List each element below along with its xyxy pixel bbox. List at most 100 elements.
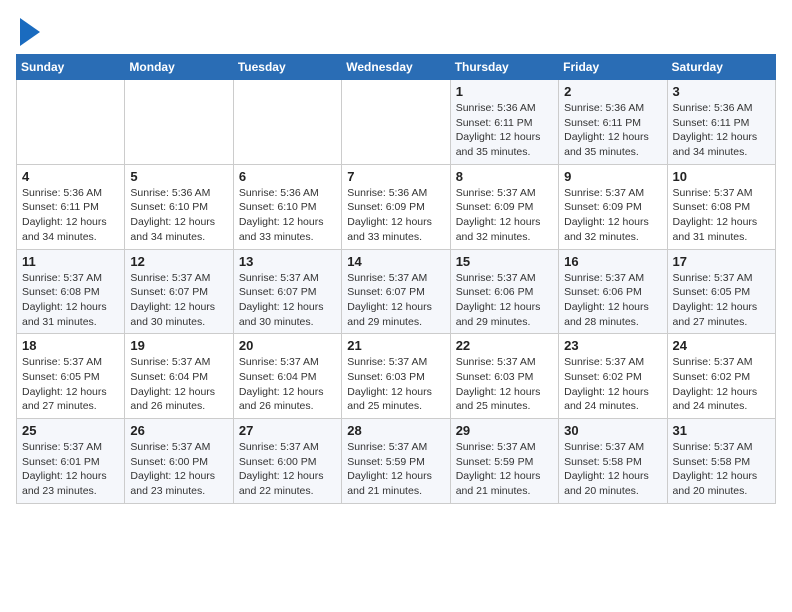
cell-info-text: Sunrise: 5:37 AMSunset: 6:07 PMDaylight:…: [347, 271, 444, 330]
cell-info-text: Sunrise: 5:37 AMSunset: 6:04 PMDaylight:…: [130, 355, 227, 414]
day-header-friday: Friday: [559, 55, 667, 80]
calendar-cell: 18 Sunrise: 5:37 AMSunset: 6:05 PMDayligh…: [17, 334, 125, 419]
calendar-week-5: 25 Sunrise: 5:37 AMSunset: 6:01 PMDayligh…: [17, 419, 776, 504]
day-header-tuesday: Tuesday: [233, 55, 341, 80]
cell-date-number: 25: [22, 423, 119, 438]
calendar-cell: [233, 80, 341, 165]
calendar-cell: 15 Sunrise: 5:37 AMSunset: 6:06 PMDayligh…: [450, 249, 558, 334]
cell-date-number: 12: [130, 254, 227, 269]
cell-date-number: 11: [22, 254, 119, 269]
cell-date-number: 10: [673, 169, 770, 184]
cell-date-number: 20: [239, 338, 336, 353]
calendar-cell: 17 Sunrise: 5:37 AMSunset: 6:05 PMDayligh…: [667, 249, 775, 334]
calendar-header-row: SundayMondayTuesdayWednesdayThursdayFrid…: [17, 55, 776, 80]
calendar-cell: 23 Sunrise: 5:37 AMSunset: 6:02 PMDayligh…: [559, 334, 667, 419]
calendar-cell: 24 Sunrise: 5:37 AMSunset: 6:02 PMDayligh…: [667, 334, 775, 419]
cell-date-number: 27: [239, 423, 336, 438]
cell-info-text: Sunrise: 5:37 AMSunset: 6:01 PMDaylight:…: [22, 440, 119, 499]
day-header-wednesday: Wednesday: [342, 55, 450, 80]
cell-date-number: 22: [456, 338, 553, 353]
calendar-cell: 5 Sunrise: 5:36 AMSunset: 6:10 PMDaylight…: [125, 164, 233, 249]
cell-date-number: 4: [22, 169, 119, 184]
cell-info-text: Sunrise: 5:36 AMSunset: 6:10 PMDaylight:…: [130, 186, 227, 245]
cell-date-number: 19: [130, 338, 227, 353]
cell-info-text: Sunrise: 5:36 AMSunset: 6:11 PMDaylight:…: [22, 186, 119, 245]
cell-info-text: Sunrise: 5:37 AMSunset: 6:04 PMDaylight:…: [239, 355, 336, 414]
cell-info-text: Sunrise: 5:36 AMSunset: 6:11 PMDaylight:…: [673, 101, 770, 160]
calendar-cell: 29Sunrise: 5:37 AMSunset: 5:59 PMDayligh…: [450, 419, 558, 504]
calendar-table: SundayMondayTuesdayWednesdayThursdayFrid…: [16, 54, 776, 504]
calendar-cell: [342, 80, 450, 165]
cell-info-text: Sunrise: 5:37 AMSunset: 6:08 PMDaylight:…: [673, 186, 770, 245]
cell-info-text: Sunrise: 5:37 AMSunset: 6:05 PMDaylight:…: [22, 355, 119, 414]
day-header-monday: Monday: [125, 55, 233, 80]
calendar-cell: [125, 80, 233, 165]
cell-date-number: 5: [130, 169, 227, 184]
cell-date-number: 8: [456, 169, 553, 184]
logo: [16, 16, 40, 46]
cell-date-number: 28: [347, 423, 444, 438]
cell-info-text: Sunrise: 5:36 AMSunset: 6:11 PMDaylight:…: [456, 101, 553, 160]
cell-date-number: 3: [673, 84, 770, 99]
day-header-saturday: Saturday: [667, 55, 775, 80]
calendar-week-3: 11Sunrise: 5:37 AMSunset: 6:08 PMDayligh…: [17, 249, 776, 334]
calendar-cell: 2 Sunrise: 5:36 AMSunset: 6:11 PMDaylight…: [559, 80, 667, 165]
cell-info-text: Sunrise: 5:37 AMSunset: 6:02 PMDaylight:…: [564, 355, 661, 414]
cell-date-number: 26: [130, 423, 227, 438]
calendar-cell: 4 Sunrise: 5:36 AMSunset: 6:11 PMDaylight…: [17, 164, 125, 249]
calendar-cell: [17, 80, 125, 165]
cell-date-number: 29: [456, 423, 553, 438]
calendar-cell: 26 Sunrise: 5:37 AMSunset: 6:00 PMDayligh…: [125, 419, 233, 504]
calendar-cell: 8 Sunrise: 5:37 AMSunset: 6:09 PMDaylight…: [450, 164, 558, 249]
calendar-cell: 10 Sunrise: 5:37 AMSunset: 6:08 PMDayligh…: [667, 164, 775, 249]
cell-info-text: Sunrise: 5:37 AMSunset: 5:58 PMDaylight:…: [673, 440, 770, 499]
cell-info-text: Sunrise: 5:37 AMSunset: 6:09 PMDaylight:…: [456, 186, 553, 245]
cell-info-text: Sunrise: 5:37 AMSunset: 6:09 PMDaylight:…: [564, 186, 661, 245]
calendar-week-2: 4 Sunrise: 5:36 AMSunset: 6:11 PMDaylight…: [17, 164, 776, 249]
calendar-cell: 22 Sunrise: 5:37 AMSunset: 6:03 PMDayligh…: [450, 334, 558, 419]
calendar-cell: 6Sunrise: 5:36 AMSunset: 6:10 PMDaylight…: [233, 164, 341, 249]
cell-date-number: 7: [347, 169, 444, 184]
day-header-thursday: Thursday: [450, 55, 558, 80]
cell-date-number: 21: [347, 338, 444, 353]
cell-info-text: Sunrise: 5:37 AMSunset: 6:02 PMDaylight:…: [673, 355, 770, 414]
cell-date-number: 13: [239, 254, 336, 269]
calendar-cell: 31Sunrise: 5:37 AMSunset: 5:58 PMDayligh…: [667, 419, 775, 504]
cell-date-number: 24: [673, 338, 770, 353]
calendar-cell: 1Sunrise: 5:36 AMSunset: 6:11 PMDaylight…: [450, 80, 558, 165]
calendar-cell: 25 Sunrise: 5:37 AMSunset: 6:01 PMDayligh…: [17, 419, 125, 504]
logo-arrow-icon: [20, 18, 40, 46]
calendar-cell: 27 Sunrise: 5:37 AMSunset: 6:00 PMDayligh…: [233, 419, 341, 504]
calendar-cell: 28Sunrise: 5:37 AMSunset: 5:59 PMDayligh…: [342, 419, 450, 504]
calendar-cell: 9 Sunrise: 5:37 AMSunset: 6:09 PMDaylight…: [559, 164, 667, 249]
cell-date-number: 2: [564, 84, 661, 99]
calendar-cell: 3 Sunrise: 5:36 AMSunset: 6:11 PMDaylight…: [667, 80, 775, 165]
cell-info-text: Sunrise: 5:37 AMSunset: 6:03 PMDaylight:…: [347, 355, 444, 414]
calendar-cell: 11Sunrise: 5:37 AMSunset: 6:08 PMDayligh…: [17, 249, 125, 334]
cell-info-text: Sunrise: 5:37 AMSunset: 6:06 PMDaylight:…: [564, 271, 661, 330]
cell-info-text: Sunrise: 5:37 AMSunset: 6:07 PMDaylight:…: [130, 271, 227, 330]
cell-info-text: Sunrise: 5:37 AMSunset: 6:00 PMDaylight:…: [130, 440, 227, 499]
cell-date-number: 6: [239, 169, 336, 184]
page-header: [16, 16, 776, 46]
cell-date-number: 18: [22, 338, 119, 353]
cell-date-number: 15: [456, 254, 553, 269]
cell-info-text: Sunrise: 5:37 AMSunset: 6:03 PMDaylight:…: [456, 355, 553, 414]
cell-date-number: 17: [673, 254, 770, 269]
cell-info-text: Sunrise: 5:36 AMSunset: 6:09 PMDaylight:…: [347, 186, 444, 245]
cell-date-number: 23: [564, 338, 661, 353]
calendar-cell: 16Sunrise: 5:37 AMSunset: 6:06 PMDayligh…: [559, 249, 667, 334]
calendar-cell: 30Sunrise: 5:37 AMSunset: 5:58 PMDayligh…: [559, 419, 667, 504]
calendar-cell: 13 Sunrise: 5:37 AMSunset: 6:07 PMDayligh…: [233, 249, 341, 334]
cell-info-text: Sunrise: 5:37 AMSunset: 6:06 PMDaylight:…: [456, 271, 553, 330]
calendar-cell: 14 Sunrise: 5:37 AMSunset: 6:07 PMDayligh…: [342, 249, 450, 334]
cell-info-text: Sunrise: 5:37 AMSunset: 6:05 PMDaylight:…: [673, 271, 770, 330]
calendar-cell: 19 Sunrise: 5:37 AMSunset: 6:04 PMDayligh…: [125, 334, 233, 419]
cell-info-text: Sunrise: 5:36 AMSunset: 6:11 PMDaylight:…: [564, 101, 661, 160]
cell-info-text: Sunrise: 5:37 AMSunset: 6:00 PMDaylight:…: [239, 440, 336, 499]
calendar-week-4: 18 Sunrise: 5:37 AMSunset: 6:05 PMDayligh…: [17, 334, 776, 419]
cell-info-text: Sunrise: 5:37 AMSunset: 6:07 PMDaylight:…: [239, 271, 336, 330]
cell-date-number: 30: [564, 423, 661, 438]
cell-date-number: 9: [564, 169, 661, 184]
cell-date-number: 14: [347, 254, 444, 269]
